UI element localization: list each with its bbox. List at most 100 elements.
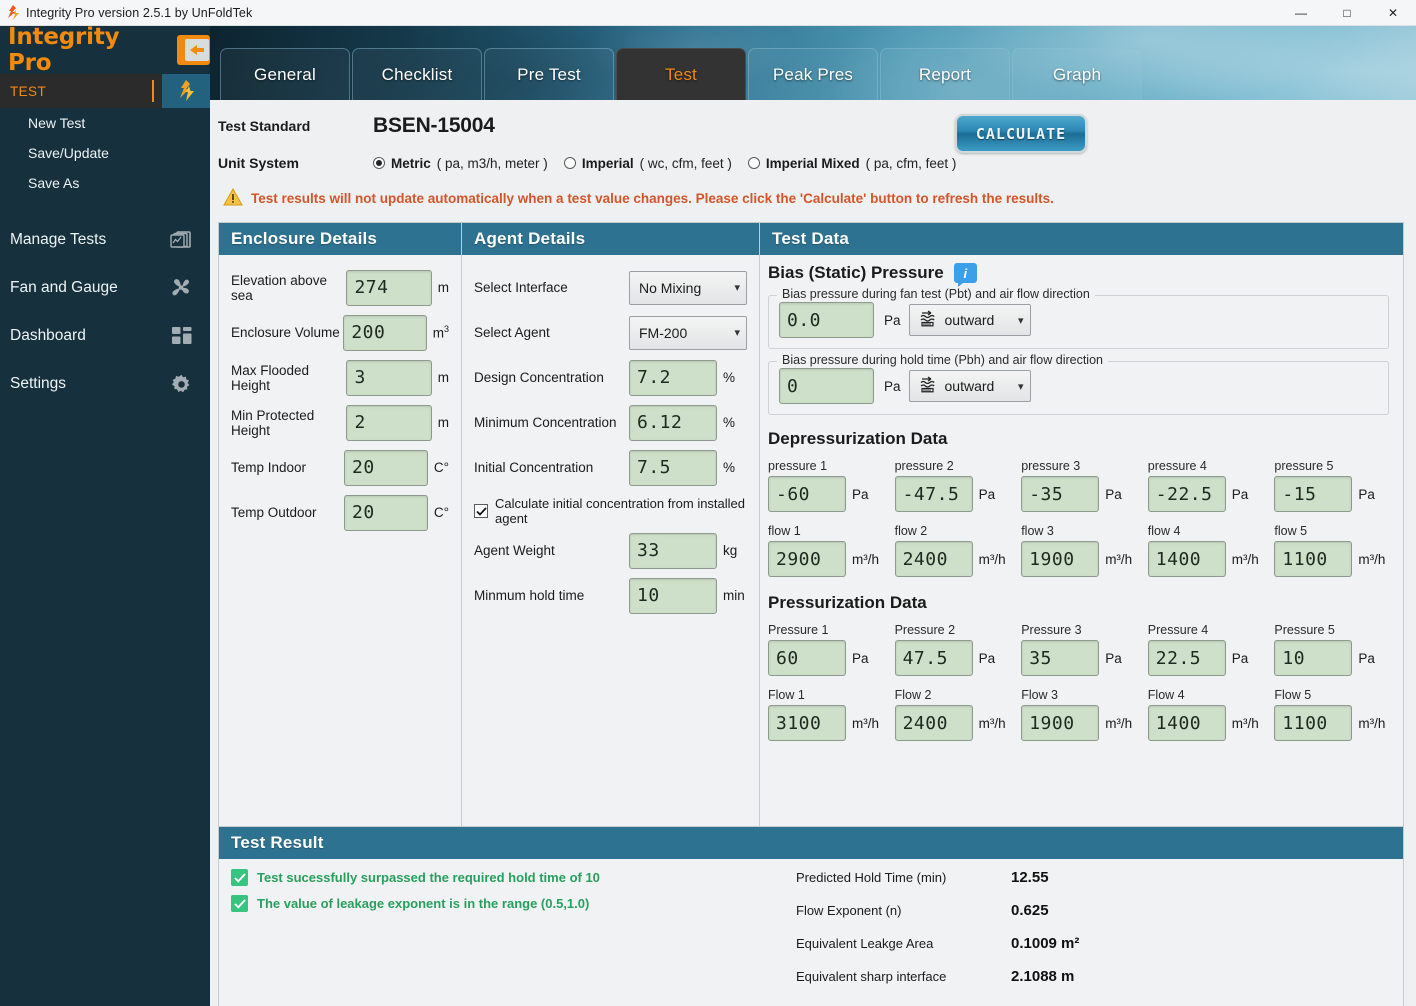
cell-label: flow 1 (768, 524, 801, 538)
result-message-text: Test sucessfully surpassed the required … (257, 870, 600, 885)
agent-weight-input[interactable]: 33 (629, 532, 717, 569)
field-label: Initial Concentration (474, 460, 594, 475)
depress-flow-5-input[interactable]: 1100 (1274, 541, 1353, 577)
sidebar-item-save-as[interactable]: Save As (0, 168, 210, 198)
enclosure-volume-input[interactable]: 200 (343, 314, 427, 351)
design-concentration-input[interactable]: 7.2 (629, 359, 717, 396)
depress-flow-2-input[interactable]: 2400 (894, 541, 973, 577)
press-pressure-1-input[interactable]: 60 (768, 640, 846, 676)
elevation-above-sea-input[interactable]: 274 (346, 269, 432, 306)
select-agent-dropdown[interactable]: FM-200 ▾ (629, 315, 747, 350)
initial-concentration-input[interactable]: 7.5 (629, 449, 717, 486)
field-temp-outdoor: Temp Outdoor 20 C° (231, 490, 449, 535)
press-pressure-4-input[interactable]: 22.5 (1147, 640, 1226, 676)
cell-label: Pressure 5 (1274, 623, 1335, 637)
field-label: Minimum Concentration (474, 415, 617, 430)
radio-metric[interactable]: Metric ( pa, m3/h, meter ) (373, 156, 548, 171)
bias-fan-unit: Pa (884, 312, 901, 328)
depress-pressure-5-input[interactable]: -15 (1274, 476, 1353, 512)
press-flow-3-input[interactable]: 1900 (1021, 705, 1100, 741)
metric-value: 0.1009 m² (1011, 935, 1080, 952)
depress-flow-3-input[interactable]: 1900 (1021, 541, 1100, 577)
depress-pressure-2-input[interactable]: -47.5 (894, 476, 973, 512)
tab-general[interactable]: General (220, 48, 350, 100)
bias-hold-direction-dropdown[interactable]: outward ▾ (908, 370, 1031, 402)
minimum-hold-time-input[interactable]: 10 (629, 577, 717, 614)
info-bubble-icon[interactable]: i (953, 263, 977, 287)
test-result-metrics: Predicted Hold Time (min) 12.55 Flow Exp… (796, 869, 1391, 1001)
press-flow-5-input[interactable]: 1100 (1274, 705, 1353, 741)
select-interface-value: No Mixing (639, 279, 702, 296)
select-interface-dropdown[interactable]: No Mixing ▾ (629, 270, 747, 305)
field-unit: % (723, 460, 736, 475)
field-unit: % (723, 415, 736, 430)
depress-flow-cell-2: flow 2 2400 m³/h (894, 524, 1010, 577)
tab-pre-test[interactable]: Pre Test (484, 48, 614, 100)
temp-outdoor-input[interactable]: 20 (344, 494, 428, 531)
depress-flow-cell-4: flow 4 1400 m³/h (1147, 524, 1263, 577)
tab-label: Graph (1052, 64, 1102, 84)
sidebar-section-divider (152, 80, 154, 102)
sidebar-item-fan-and-gauge[interactable]: Fan and Gauge (0, 268, 210, 308)
radio-imperial-mixed[interactable]: Imperial Mixed ( pa, cfm, feet ) (747, 156, 956, 171)
press-pressure-3-input[interactable]: 35 (1021, 640, 1100, 676)
close-button[interactable]: ✕ (1370, 0, 1416, 26)
max-flooded-height-input[interactable]: 3 (346, 359, 432, 396)
radio-dot-icon (563, 157, 576, 169)
sidebar-item-label: Dashboard (10, 327, 86, 344)
bias-fan-direction-dropdown[interactable]: outward ▾ (908, 304, 1031, 336)
radio-units: ( wc, cfm, feet ) (639, 155, 732, 171)
cell-label: Pressure 3 (1021, 623, 1082, 637)
press-pressure-5-input[interactable]: 10 (1274, 640, 1353, 676)
depress-pressure-4-input[interactable]: -22.5 (1147, 476, 1226, 512)
sidebar-section-test[interactable]: TEST (0, 74, 210, 108)
field-label: Minmum hold time (474, 588, 585, 603)
depress-pressure-1-input[interactable]: -60 (768, 476, 846, 512)
sidebar-collapse-button[interactable] (176, 35, 210, 65)
bias-hold-pressure-input[interactable]: 0 (779, 368, 874, 404)
flame-icon (162, 74, 210, 108)
metric-row-predicted-hold-time: Predicted Hold Time (min) 12.55 (796, 869, 1391, 886)
brand-title: Integrity Pro (8, 24, 120, 76)
depress-pressure-cell-5: pressure 5 -15 Pa (1274, 459, 1389, 512)
tab-bar: General Checklist Pre Test Test Peak Pre… (210, 26, 1416, 100)
sidebar-item-settings[interactable]: Settings (0, 364, 210, 404)
tab-label: Pre Test (517, 64, 581, 84)
minimize-button[interactable]: — (1278, 0, 1324, 26)
field-unit: m (438, 280, 449, 295)
press-flow-1-input[interactable]: 3100 (768, 705, 846, 741)
depress-flow-1-input[interactable]: 2900 (768, 541, 846, 577)
cell-unit: m³/h (852, 715, 879, 731)
minimum-concentration-input[interactable]: 6.12 (629, 404, 717, 441)
sidebar-item-save-update[interactable]: Save/Update (0, 138, 210, 168)
calculate-initial-concentration-checkbox-row[interactable]: Calculate initial concentration from ins… (474, 496, 747, 526)
sidebar-item-label: Manage Tests (10, 231, 107, 248)
sidebar-item-dashboard[interactable]: Dashboard (0, 316, 210, 356)
tab-report[interactable]: Report (880, 48, 1010, 100)
radio-imperial[interactable]: Imperial ( wc, cfm, feet ) (563, 155, 732, 171)
depress-pressure-3-input[interactable]: -35 (1021, 476, 1100, 512)
checkbox-icon[interactable] (474, 504, 488, 518)
press-flow-4-input[interactable]: 1400 (1147, 705, 1226, 741)
tab-graph[interactable]: Graph (1012, 48, 1142, 100)
result-message-row: Test sucessfully surpassed the required … (231, 869, 796, 886)
sidebar-item-label: Fan and Gauge (10, 279, 118, 296)
calculate-button[interactable]: CALCULATE (955, 114, 1087, 153)
maximize-button[interactable]: □ (1324, 0, 1370, 26)
cell-unit: Pa (1105, 486, 1122, 502)
tab-checklist[interactable]: Checklist (352, 48, 482, 100)
min-protected-height-input[interactable]: 2 (346, 404, 432, 441)
field-label: Max Flooded Height (231, 362, 310, 393)
cell-unit: Pa (852, 486, 869, 502)
chevron-down-icon: ▾ (734, 282, 740, 294)
bias-fan-pressure-input[interactable]: 0.0 (779, 302, 874, 338)
tab-test[interactable]: Test (616, 48, 746, 100)
tab-peak-pres[interactable]: Peak Pres (748, 48, 878, 100)
sidebar-item-manage-tests[interactable]: Manage Tests (0, 220, 210, 260)
temp-indoor-input[interactable]: 20 (344, 449, 428, 486)
press-flow-2-input[interactable]: 2400 (894, 705, 973, 741)
press-pressure-2-input[interactable]: 47.5 (894, 640, 973, 676)
sidebar-item-new-test[interactable]: New Test (0, 108, 210, 138)
cell-label: Flow 4 (1147, 688, 1185, 702)
depress-flow-4-input[interactable]: 1400 (1147, 541, 1226, 577)
